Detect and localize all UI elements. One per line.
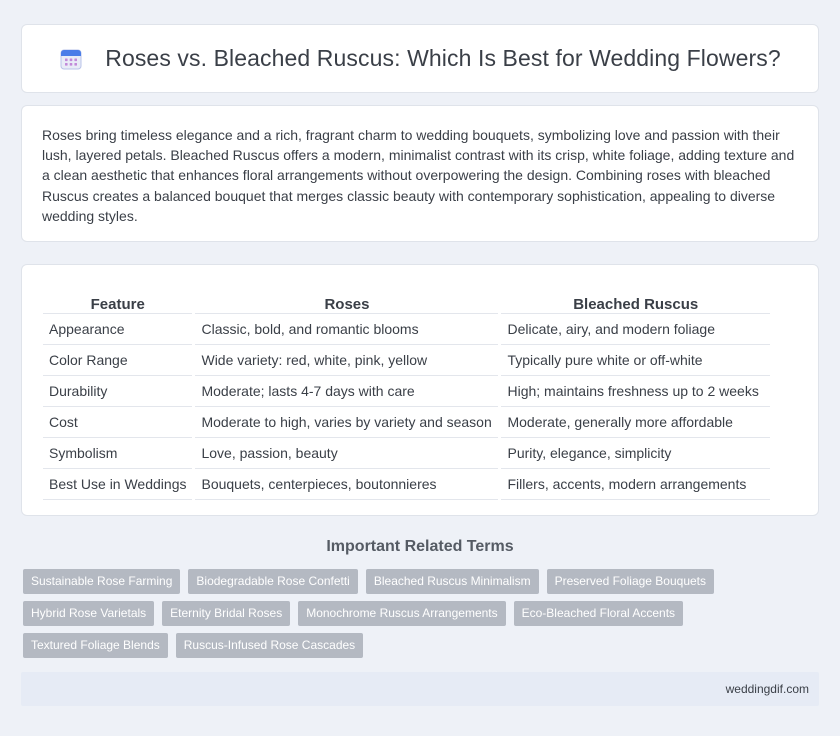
cell-ruscus: Purity, elegance, simplicity	[498, 437, 770, 469]
cell-feature: Color Range	[43, 344, 194, 376]
cell-roses: Bouquets, centerpieces, boutonnieres	[192, 468, 500, 500]
tag-preserved-foliage-bouquets[interactable]: Preserved Foliage Bouquets	[546, 569, 715, 594]
tag-eternity-bridal-roses[interactable]: Eternity Bridal Roses	[162, 601, 291, 626]
comparison-table: Feature Roses Bleached Ruscus Appearance…	[43, 286, 770, 500]
table-row: Symbolism Love, passion, beauty Purity, …	[43, 437, 770, 469]
cell-roses: Love, passion, beauty	[192, 437, 500, 469]
related-terms-tags: Sustainable Rose Farming Biodegradable R…	[23, 569, 803, 665]
cell-roses: Moderate; lasts 4-7 days with care	[192, 375, 500, 407]
cell-roses: Moderate to high, varies by variety and …	[192, 406, 500, 438]
table-row: Durability Moderate; lasts 4-7 days with…	[43, 375, 770, 407]
page-title: Roses vs. Bleached Ruscus: Which Is Best…	[105, 45, 781, 71]
tag-biodegradable-rose-confetti[interactable]: Biodegradable Rose Confetti	[188, 569, 358, 594]
tag-ruscus-infused-rose-cascades[interactable]: Ruscus-Infused Rose Cascades	[175, 633, 364, 658]
cell-roses: Classic, bold, and romantic blooms	[192, 313, 500, 345]
table-header-row: Feature Roses Bleached Ruscus	[43, 286, 770, 314]
cell-feature: Appearance	[43, 313, 194, 345]
calendar-icon	[60, 49, 82, 69]
title-wrap: Roses vs. Bleached Ruscus: Which Is Best…	[59, 45, 781, 72]
cell-feature: Cost	[43, 406, 194, 438]
table-row: Best Use in Weddings Bouquets, centerpie…	[43, 468, 770, 500]
comparison-table-card: Feature Roses Bleached Ruscus Appearance…	[21, 264, 819, 516]
cell-feature: Symbolism	[43, 437, 194, 469]
footer-site-link[interactable]: weddingdif.com	[726, 682, 809, 696]
header-roses: Roses	[192, 286, 500, 314]
cell-ruscus: Typically pure white or off-white	[498, 344, 770, 376]
header-bleached-ruscus: Bleached Ruscus	[498, 286, 770, 314]
cell-ruscus: High; maintains freshness up to 2 weeks	[498, 375, 770, 407]
intro-paragraph: Roses bring timeless elegance and a rich…	[42, 127, 795, 224]
cell-ruscus: Delicate, airy, and modern foliage	[498, 313, 770, 345]
table-row: Color Range Wide variety: red, white, pi…	[43, 344, 770, 376]
header-card: Roses vs. Bleached Ruscus: Which Is Best…	[21, 24, 819, 93]
tag-monochrome-ruscus-arrangements[interactable]: Monochrome Ruscus Arrangements	[298, 601, 506, 626]
tag-bleached-ruscus-minimalism[interactable]: Bleached Ruscus Minimalism	[365, 569, 539, 594]
cell-roses: Wide variety: red, white, pink, yellow	[192, 344, 500, 376]
related-terms-title: Important Related Terms	[326, 538, 514, 555]
cell-feature: Best Use in Weddings	[43, 468, 194, 500]
table-row: Appearance Classic, bold, and romantic b…	[43, 313, 770, 345]
tag-sustainable-rose-farming[interactable]: Sustainable Rose Farming	[23, 569, 181, 594]
table-row: Cost Moderate to high, varies by variety…	[43, 406, 770, 438]
tag-textured-foliage-blends[interactable]: Textured Foliage Blends	[23, 633, 168, 658]
header-feature: Feature	[43, 286, 194, 314]
footer-bar: weddingdif.com	[21, 672, 819, 706]
tag-eco-bleached-floral-accents[interactable]: Eco-Bleached Floral Accents	[513, 601, 684, 626]
cell-ruscus: Fillers, accents, modern arrangements	[498, 468, 770, 500]
cell-ruscus: Moderate, generally more affordable	[498, 406, 770, 438]
tag-hybrid-rose-varietals[interactable]: Hybrid Rose Varietals	[23, 601, 155, 626]
intro-card: Roses bring timeless elegance and a rich…	[21, 105, 819, 242]
cell-feature: Durability	[43, 375, 194, 407]
